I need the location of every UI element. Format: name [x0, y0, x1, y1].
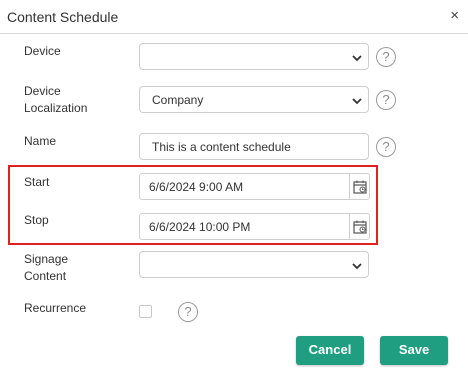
stop-label: Stop	[24, 213, 49, 227]
device-select[interactable]	[139, 43, 369, 70]
device-help-icon[interactable]: ?	[376, 47, 396, 67]
save-button[interactable]: Save	[380, 336, 448, 365]
chevron-down-icon	[352, 263, 362, 270]
device-localization-select[interactable]: Company	[139, 86, 369, 113]
name-input[interactable]: This is a content schedule	[139, 133, 369, 160]
start-datetime-value: 6/6/2024 9:00 AM	[149, 180, 244, 194]
calendar-icon	[353, 220, 367, 234]
recurrence-label: Recurrence	[24, 301, 87, 315]
recurrence-help-icon[interactable]: ?	[178, 302, 198, 322]
signage-content-select[interactable]	[139, 251, 369, 278]
stop-datetime-input[interactable]: 6/6/2024 10:00 PM	[139, 213, 350, 240]
device-localization-label-line1: Device	[24, 84, 61, 98]
device-label: Device	[24, 44, 61, 58]
stop-datetime-value: 6/6/2024 10:00 PM	[149, 220, 251, 234]
dialog-title: Content Schedule	[7, 9, 119, 25]
recurrence-checkbox[interactable]	[139, 305, 152, 318]
chevron-down-icon	[352, 98, 362, 105]
close-icon[interactable]: ×	[450, 7, 459, 24]
stop-calendar-button[interactable]	[349, 213, 370, 240]
signage-content-label: Signage Content	[24, 251, 68, 285]
cancel-button[interactable]: Cancel	[296, 336, 364, 365]
device-localization-label: Device Localization	[24, 83, 87, 117]
name-input-value: This is a content schedule	[152, 140, 291, 154]
name-help-icon[interactable]: ?	[376, 137, 396, 157]
device-localization-value: Company	[152, 93, 204, 107]
device-localization-help-icon[interactable]: ?	[376, 90, 396, 110]
device-localization-label-line2: Localization	[24, 101, 88, 115]
start-datetime-input[interactable]: 6/6/2024 9:00 AM	[139, 173, 350, 200]
signage-content-label-line1: Signage	[24, 252, 69, 266]
calendar-icon	[353, 180, 367, 194]
start-label: Start	[24, 175, 50, 189]
dialog-titlebar: Content Schedule ×	[0, 0, 468, 34]
name-label: Name	[24, 134, 57, 148]
start-calendar-button[interactable]	[349, 173, 370, 200]
chevron-down-icon	[352, 55, 362, 62]
signage-content-label-line2: Content	[24, 269, 67, 283]
